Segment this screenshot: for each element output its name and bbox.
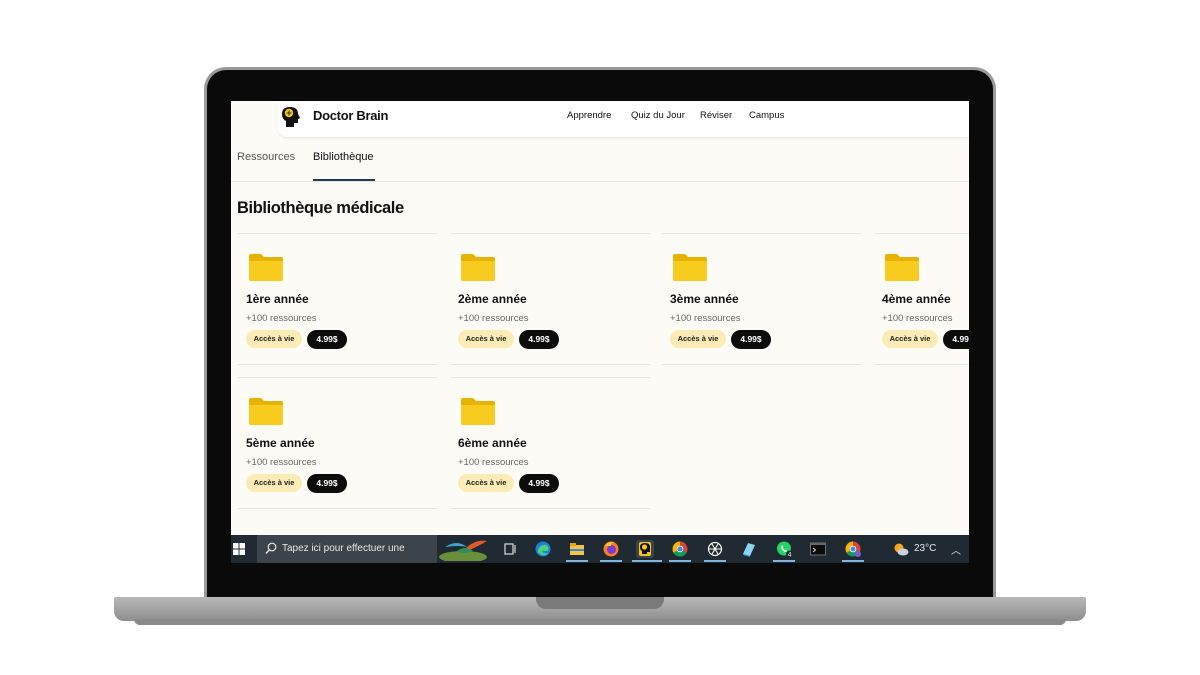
active-indicator [566, 560, 588, 562]
access-badge: Accès à vie [458, 474, 514, 492]
whatsapp-badge: 4 [788, 552, 792, 559]
laptop-notch [536, 597, 664, 609]
access-badge: Accès à vie [246, 330, 302, 348]
chrome-icon[interactable] [671, 540, 689, 558]
tab-bar: Ressources Bibliothèque [231, 145, 969, 182]
card-title: 1ère année [246, 292, 309, 306]
access-badge: Accès à vie [882, 330, 938, 348]
folder-icon [885, 254, 919, 281]
price-badge[interactable]: 4.99$ [519, 474, 559, 493]
terminal-icon[interactable] [809, 540, 827, 558]
notepad-icon[interactable] [740, 540, 758, 558]
chevron-up-icon[interactable]: ︿ [951, 542, 961, 557]
active-indicator [773, 560, 795, 562]
weather-temperature[interactable]: 23°C [914, 543, 936, 554]
firefox-icon[interactable] [602, 540, 620, 558]
card-2eme-annee[interactable]: 2ème année +100 ressources Accès à vie 4… [450, 233, 650, 365]
folder-icon [461, 254, 495, 281]
card-subtitle: +100 ressources [246, 313, 317, 324]
active-indicator [704, 560, 726, 562]
task-view-icon[interactable] [501, 540, 519, 558]
active-indicator [600, 560, 622, 562]
laptop-base-shadow [134, 619, 1066, 625]
card-subtitle: +100 ressources [670, 313, 741, 324]
windows-start-icon[interactable] [233, 543, 245, 555]
access-badge: Accès à vie [458, 330, 514, 348]
active-indicator [632, 560, 662, 562]
nav-reviser[interactable]: Réviser [700, 110, 732, 121]
card-title: 6ème année [458, 436, 527, 450]
access-badge: Accès à vie [246, 474, 302, 492]
card-title: 5ème année [246, 436, 315, 450]
card-title: 4ème année [882, 292, 951, 306]
brand-name[interactable]: Doctor Brain [313, 108, 388, 123]
card-1ere-annee[interactable]: 1ère année +100 ressources Accès à vie 4… [238, 233, 438, 365]
tab-bibliotheque[interactable]: Bibliothèque [313, 151, 374, 163]
page-title: Bibliothèque médicale [237, 199, 404, 217]
nav-apprendre[interactable]: Apprendre [567, 110, 611, 121]
card-subtitle: +100 ressources [458, 313, 529, 324]
file-explorer-icon[interactable] [568, 540, 586, 558]
card-subtitle: +100 ressources [246, 457, 317, 468]
card-subtitle: +100 ressources [458, 457, 529, 468]
price-badge[interactable]: 4.99$ [307, 474, 347, 493]
edge-icon[interactable] [534, 540, 552, 558]
tab-ressources[interactable]: Ressources [237, 151, 295, 163]
folder-icon [673, 254, 707, 281]
nav-quiz-du-jour[interactable]: Quiz du Jour [631, 110, 685, 121]
doctor-brain-app-icon[interactable] [636, 540, 654, 558]
price-badge[interactable]: 4.99$ [731, 330, 771, 349]
folder-icon [249, 398, 283, 425]
price-badge[interactable]: 4.99$ [519, 330, 559, 349]
active-indicator [842, 560, 864, 562]
active-tab-indicator [313, 179, 375, 181]
whatsapp-icon[interactable]: 4 [775, 540, 793, 558]
card-title: 3ème année [670, 292, 739, 306]
site-header: Doctor Brain Apprendre Quiz du Jour Révi… [231, 101, 969, 137]
weather-sun-cloud-icon[interactable] [893, 542, 909, 556]
folder-icon [249, 254, 283, 281]
taskbar-search-input[interactable]: Tapez ici pour effectuer une [257, 535, 437, 563]
access-badge: Accès à vie [670, 330, 726, 348]
chrome-profile-icon[interactable] [844, 540, 862, 558]
chatgpt-icon[interactable] [706, 540, 724, 558]
laptop-screen: Doctor Brain Apprendre Quiz du Jour Révi… [231, 101, 969, 563]
folder-icon [461, 398, 495, 425]
windows-taskbar: Tapez ici pour effectuer une 4 23°C ︿ [231, 535, 969, 563]
price-badge[interactable]: 4.99$ [307, 330, 347, 349]
price-badge[interactable]: 4.99$ [943, 330, 969, 349]
search-highlight-image [439, 540, 487, 561]
card-5eme-annee[interactable]: 5ème année +100 ressources Accès à vie 4… [238, 377, 438, 509]
search-icon [265, 542, 277, 554]
card-3eme-annee[interactable]: 3ème année +100 ressources Accès à vie 4… [662, 233, 862, 365]
brain-logo-icon[interactable] [280, 105, 302, 129]
search-placeholder: Tapez ici pour effectuer une [282, 543, 405, 554]
active-indicator [669, 560, 691, 562]
card-title: 2ème année [458, 292, 527, 306]
card-subtitle: +100 ressources [882, 313, 953, 324]
card-4eme-annee[interactable]: 4ème année +100 ressources Accès à vie 4… [874, 233, 969, 365]
card-6eme-annee[interactable]: 6ème année +100 ressources Accès à vie 4… [450, 377, 650, 509]
nav-campus[interactable]: Campus [749, 110, 784, 121]
